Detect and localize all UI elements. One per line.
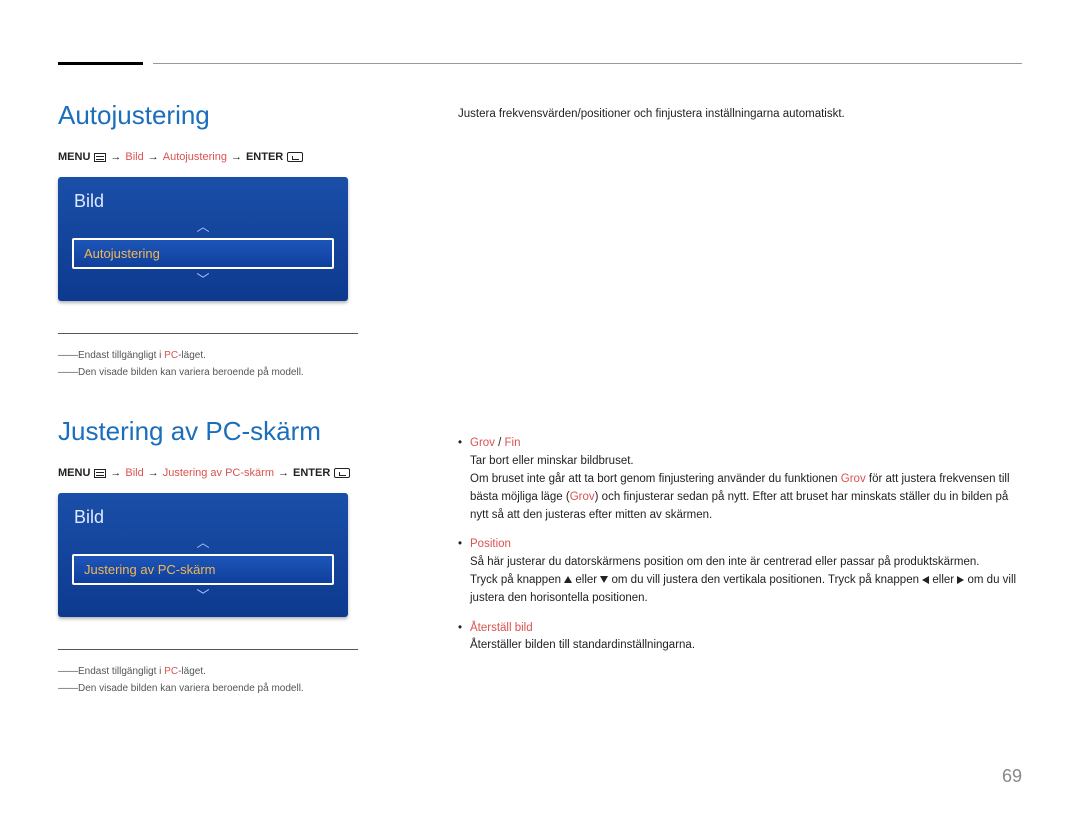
arrow-icon: →: [231, 151, 242, 163]
bullet-text: Tar bort eller minskar bildbruset.: [470, 455, 634, 467]
osd-menu-item-selected[interactable]: Justering av PC-skärm: [72, 554, 334, 585]
chevron-down-icon[interactable]: ﹀: [58, 589, 348, 603]
arrow-icon: →: [278, 467, 289, 479]
bullet-position: • Position Så här justerar du datorskärm…: [458, 536, 1022, 607]
chevron-down-icon[interactable]: ﹀: [58, 273, 348, 287]
bullet-text: Så här justerar du datorskärmens positio…: [470, 556, 979, 568]
note-line: ――Den visade bilden kan variera beroende…: [58, 367, 358, 378]
triangle-up-icon: [564, 576, 572, 583]
chevron-up-icon[interactable]: ︿: [58, 220, 348, 234]
bullet-aterstall: • Återställ bild Återställer bilden till…: [458, 620, 1022, 656]
menu-grid-icon: [94, 469, 106, 478]
bullet-dot-icon: •: [458, 536, 470, 607]
notes-block: ――Endast tillgängligt i PC-läget. ――Den …: [58, 649, 358, 694]
note-line: ――Den visade bilden kan variera beroende…: [58, 683, 358, 694]
breadcrumb-enter: ENTER: [293, 467, 330, 479]
osd-menu-item-selected[interactable]: Autojustering: [72, 238, 334, 269]
osd-menu-title: Bild: [58, 503, 348, 536]
breadcrumb-autojustering: MENU → Bild → Autojustering → ENTER: [58, 151, 398, 163]
breadcrumb-bild: Bild: [125, 151, 143, 163]
breadcrumb-bild: Bild: [125, 467, 143, 479]
arrow-icon: →: [148, 467, 159, 479]
osd-menu-pcskarm: Bild ︿ Justering av PC-skärm ﹀: [58, 493, 348, 617]
notes-block: ――Endast tillgängligt i PC-läget. ――Den …: [58, 333, 358, 378]
osd-menu-autojustering: Bild ︿ Autojustering ﹀: [58, 177, 348, 301]
note-line: ――Endast tillgängligt i PC-läget.: [58, 666, 358, 677]
section-heading-autojustering: Autojustering: [58, 100, 398, 131]
enter-icon: [287, 152, 303, 162]
osd-menu-title: Bild: [58, 187, 348, 220]
bullet-dot-icon: •: [458, 435, 470, 524]
header-rule: [58, 52, 1022, 72]
section1-body: Justera frekvensvärden/positioner och fi…: [458, 106, 1022, 123]
arrow-icon: →: [110, 151, 121, 163]
bullet-grov-fin: • Grov / Fin Tar bort eller minskar bild…: [458, 435, 1022, 524]
breadcrumb-item: Autojustering: [163, 151, 227, 163]
breadcrumb-menu: MENU: [58, 151, 90, 163]
page-number: 69: [1002, 766, 1022, 787]
menu-grid-icon: [94, 153, 106, 162]
bullet-dot-icon: •: [458, 620, 470, 656]
arrow-icon: →: [110, 467, 121, 479]
chevron-up-icon[interactable]: ︿: [58, 536, 348, 550]
enter-icon: [334, 468, 350, 478]
note-line: ――Endast tillgängligt i PC-läget.: [58, 350, 358, 361]
bullet-text: Återställer bilden till standardinställn…: [470, 639, 695, 651]
breadcrumb-enter: ENTER: [246, 151, 283, 163]
breadcrumb-pcskarm: MENU → Bild → Justering av PC-skärm → EN…: [58, 467, 398, 479]
section-heading-pcskarm: Justering av PC-skärm: [58, 416, 398, 447]
breadcrumb-item: Justering av PC-skärm: [163, 467, 274, 479]
arrow-icon: →: [148, 151, 159, 163]
breadcrumb-menu: MENU: [58, 467, 90, 479]
